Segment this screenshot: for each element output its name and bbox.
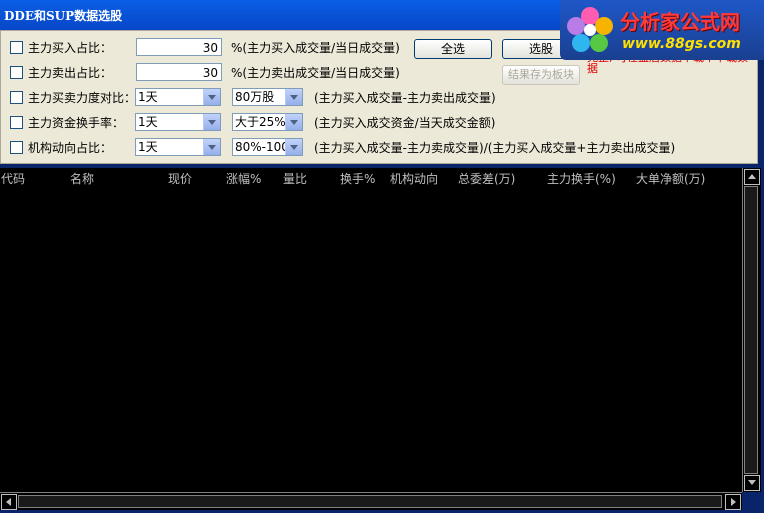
turnover-period-select[interactable]: 1天 — [135, 113, 221, 131]
col-header-volume-ratio[interactable]: 量比 — [283, 170, 307, 187]
horizontal-scrollbar[interactable] — [0, 492, 742, 510]
chevron-down-icon[interactable] — [203, 139, 220, 155]
buysell-period-select[interactable]: 1天 — [135, 88, 221, 106]
select-all-button[interactable]: 全选 — [414, 39, 492, 59]
col-header-turnover[interactable]: 换手% — [340, 170, 375, 187]
sell-ratio-label: 主力卖出占比： — [28, 66, 113, 80]
horizontal-scroll-thumb[interactable] — [18, 495, 722, 508]
chevron-down-icon[interactable] — [203, 89, 220, 105]
buy-ratio-label: 主力买入占比： — [28, 41, 113, 55]
buysell-strength-checkbox[interactable] — [10, 91, 23, 104]
logo-url: www.88gs.com — [622, 36, 741, 52]
col-header-name[interactable]: 名称 — [70, 170, 94, 187]
col-header-change[interactable]: 涨幅% — [226, 170, 261, 187]
col-header-price[interactable]: 现价 — [168, 170, 192, 187]
chevron-down-icon[interactable] — [285, 139, 302, 155]
save-to-block-button[interactable]: 结果存为板块 — [502, 65, 580, 85]
scroll-left-icon[interactable] — [1, 494, 17, 510]
sell-ratio-checkbox[interactable] — [10, 66, 23, 79]
dde-sup-window: DDE和SUP数据选股 主力买入占比： 30 %(主力买入成交量/当日成交量) … — [0, 0, 764, 513]
col-header-code[interactable]: 代码 — [1, 170, 25, 187]
sell-ratio-desc: %(主力卖出成交量/当日成交量) — [231, 66, 400, 80]
institution-desc: (主力买入成交量-主力卖成交量)/(主力买入成交量+主力卖出成交量) — [314, 141, 676, 155]
site-logo: 分析家公式网 www.88gs.com — [560, 0, 764, 60]
chevron-down-icon[interactable] — [285, 89, 302, 105]
turnover-checkbox[interactable] — [10, 116, 23, 129]
buysell-strength-desc: (主力买入成交量-主力卖出成交量) — [314, 91, 496, 105]
chevron-down-icon[interactable] — [203, 114, 220, 130]
sell-ratio-input[interactable]: 30 — [136, 63, 222, 81]
institution-period-value: 1天 — [138, 140, 158, 154]
buy-ratio-checkbox[interactable] — [10, 41, 23, 54]
institution-label: 机构动向占比： — [28, 141, 113, 155]
results-table[interactable]: 代码 名称 现价 涨幅% 量比 换手% 机构动向 总委差(万) 主力换手(%) … — [0, 168, 742, 492]
buy-ratio-desc: %(主力买入成交量/当日成交量) — [231, 41, 400, 55]
institution-period-select[interactable]: 1天 — [135, 138, 221, 156]
chevron-down-icon[interactable] — [285, 114, 302, 130]
vertical-scroll-thumb[interactable] — [744, 186, 758, 474]
col-header-big-net[interactable]: 大单净额(万) — [636, 170, 705, 187]
window-title: DDE和SUP数据选股 — [4, 9, 123, 23]
scroll-right-icon[interactable] — [725, 494, 741, 510]
buysell-threshold-select[interactable]: 80万股 — [232, 88, 303, 106]
turnover-threshold-value: 大于25% — [235, 115, 286, 129]
scroll-up-icon[interactable] — [744, 169, 760, 185]
turnover-label: 主力资金换手率： — [28, 116, 125, 130]
flower-logo-icon — [567, 7, 613, 52]
buy-ratio-input[interactable]: 30 — [136, 38, 222, 56]
buysell-threshold-value: 80万股 — [235, 90, 275, 104]
turnover-period-value: 1天 — [138, 115, 158, 129]
turnover-threshold-select[interactable]: 大于25% — [232, 113, 303, 131]
buysell-period-value: 1天 — [138, 90, 158, 104]
buysell-strength-label: 主力买卖力度对比： — [28, 91, 137, 105]
col-header-institution[interactable]: 机构动向 — [390, 170, 438, 187]
col-header-main-turnover[interactable]: 主力换手(%) — [547, 170, 616, 187]
vertical-scrollbar[interactable] — [742, 168, 761, 492]
institution-threshold-select[interactable]: 80%-100% — [232, 138, 303, 156]
col-header-order-diff[interactable]: 总委差(万) — [458, 170, 515, 187]
institution-checkbox[interactable] — [10, 141, 23, 154]
logo-text: 分析家公式网 — [620, 10, 740, 34]
turnover-desc: (主力买入成交资金/当天成交金额) — [314, 116, 496, 130]
scroll-down-icon[interactable] — [744, 475, 760, 491]
